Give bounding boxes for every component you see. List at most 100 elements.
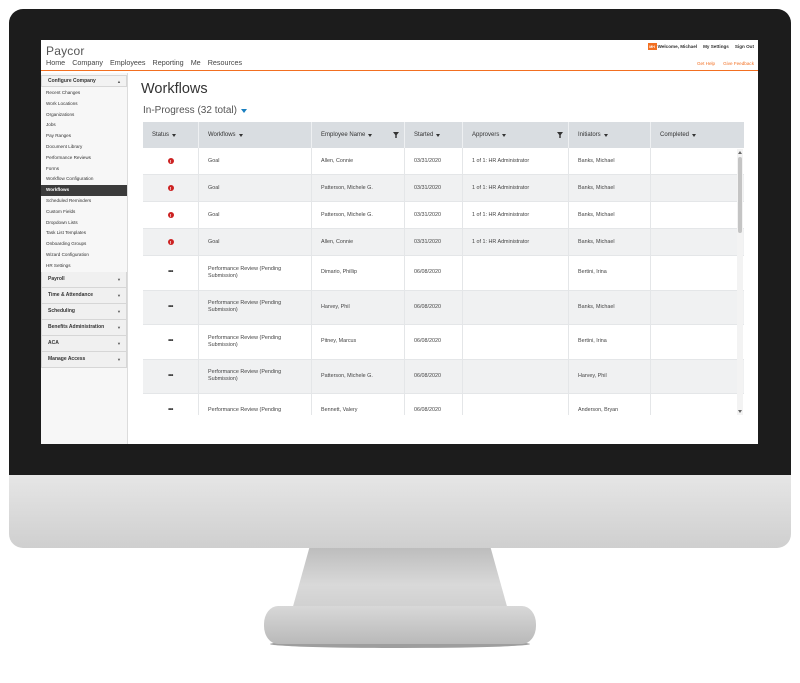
chevron-up-icon: ▲	[117, 78, 121, 84]
table-row[interactable]: ! Goal Patterson, Michele G. 03/31/2020 1 of…	[143, 175, 744, 202]
table-row[interactable]: ••• Performance Review (Pending Submissio…	[143, 256, 744, 291]
more-options-icon[interactable]: •••	[168, 269, 173, 276]
more-options-icon[interactable]: •••	[168, 373, 173, 380]
nav-reporting[interactable]: Reporting	[153, 58, 184, 67]
sidebar-section-scheduling[interactable]: Scheduling ▼	[41, 303, 127, 320]
table-scrollbar[interactable]	[737, 149, 743, 415]
cell-employee: Patterson, Michele G.	[312, 175, 405, 201]
sidebar-section-configure-company[interactable]: Configure Company ▲	[41, 75, 127, 87]
table-row[interactable]: ••• Performance Review (Pending Submissio…	[143, 359, 744, 394]
cell-started: 06/08/2020	[405, 394, 463, 415]
get-help-link[interactable]: Get Help	[697, 61, 715, 66]
cell-text: Anderson, Bryan	[578, 407, 619, 414]
cell-text: 06/08/2020	[414, 338, 441, 345]
sidebar-section-benefits-administration[interactable]: Benefits Administration ▼	[41, 319, 127, 336]
cell-text: 03/31/2020	[414, 184, 441, 191]
sidebar-item-workflow-configuration[interactable]: Workflow Configuration	[41, 174, 127, 185]
cell-workflow: Performance Review (Pending Submission)	[199, 290, 312, 324]
cell-workflow: Goal	[199, 175, 312, 201]
cell-status: •••	[143, 359, 199, 393]
avatar[interactable]: MH	[647, 43, 657, 50]
more-options-icon[interactable]: •••	[168, 407, 173, 414]
cell-approvers: 1 of 1: HR Administrator	[463, 148, 569, 174]
cell-employee: Patterson, Michele G.	[312, 202, 405, 228]
sidebar-item-jobs[interactable]: Jobs	[41, 120, 127, 131]
column-header-status[interactable]: Status	[143, 122, 199, 148]
cell-status: !	[143, 202, 199, 228]
sidebar-item-organizations[interactable]: Organizations	[41, 110, 127, 121]
nav-resources[interactable]: Resources	[208, 58, 242, 67]
cell-initiator: Harvey, Phil	[569, 359, 651, 393]
alert-icon: !	[167, 185, 174, 191]
sidebar-section-label: Scheduling	[48, 308, 75, 315]
sign-out-link[interactable]: Sign Out	[735, 44, 754, 49]
give-feedback-link[interactable]: Give Feedback	[723, 61, 754, 66]
sidebar-item-scheduled-reminders[interactable]: Scheduled Reminders	[41, 196, 127, 207]
cell-text: Banks, Michael	[578, 303, 615, 310]
cell-text: Goal	[208, 184, 220, 191]
sidebar-item-pay-ranges[interactable]: Pay Ranges	[41, 131, 127, 142]
filter-icon[interactable]	[557, 132, 563, 138]
table-row[interactable]: ••• Performance Review (Pending Submissio…	[143, 290, 744, 325]
column-header-approvers[interactable]: Approvers	[463, 122, 569, 148]
column-header-employee-name[interactable]: Employee Name	[312, 122, 405, 148]
chevron-down-icon: ▼	[117, 324, 121, 330]
sidebar-item-task-list-templates[interactable]: Task List Templates	[41, 228, 127, 239]
table-row[interactable]: ! Goal Allen, Connie 03/31/2020 1 of 1: HR A…	[143, 229, 744, 256]
cell-completed	[651, 394, 744, 415]
my-settings-link[interactable]: My Settings	[703, 44, 729, 49]
nav-company[interactable]: Company	[72, 58, 103, 67]
cell-completed	[651, 325, 744, 359]
sidebar-item-onboarding-groups[interactable]: Onboarding Groups	[41, 239, 127, 250]
sidebar-item-hr-settings[interactable]: HR Settings	[41, 261, 127, 272]
sidebar-item-wizard-configuration[interactable]: Wizard Configuration	[41, 250, 127, 261]
table-row[interactable]: ••• Performance Review (Pending Submissio…	[143, 325, 744, 360]
sidebar-item-custom-fields[interactable]: Custom Fields	[41, 207, 127, 218]
cell-workflow: Goal	[199, 148, 312, 174]
table-row[interactable]: ! Goal Patterson, Michele G. 03/31/2020 1 of…	[143, 202, 744, 229]
more-options-icon[interactable]: •••	[168, 304, 173, 311]
cell-text: 06/08/2020	[414, 372, 441, 379]
paycor-logo[interactable]: Paycor	[46, 44, 85, 58]
column-header-completed[interactable]: Completed	[651, 122, 744, 148]
scroll-thumb[interactable]	[738, 157, 742, 233]
sidebar-item-workflows[interactable]: Workflows	[41, 185, 127, 196]
sidebar-item-document-library[interactable]: Document Library	[41, 142, 127, 153]
column-header-started[interactable]: Started	[405, 122, 463, 148]
nav-home[interactable]: Home	[46, 58, 65, 67]
chevron-down-icon: ▼	[117, 276, 121, 282]
cell-text: Patterson, Michele G.	[321, 372, 373, 379]
cell-approvers	[463, 256, 569, 290]
in-progress-dropdown[interactable]: In-Progress (32 total)	[143, 105, 247, 116]
sidebar-item-recent-changes[interactable]: Recent Changes	[41, 88, 127, 99]
sidebar-section-aca[interactable]: ACA ▼	[41, 335, 127, 352]
sidebar-item-performance-reviews[interactable]: Performance Reviews	[41, 153, 127, 164]
cell-text: 1 of 1: HR Administrator	[472, 157, 530, 164]
nav-me[interactable]: Me	[191, 58, 201, 67]
filter-icon[interactable]	[393, 132, 399, 138]
nav-employees[interactable]: Employees	[110, 58, 146, 67]
table-row[interactable]: ! Goal Allen, Connie 03/31/2020 1 of 1: HR A…	[143, 148, 744, 175]
column-header-workflows[interactable]: Workflows	[199, 122, 312, 148]
column-header-initiators[interactable]: Initiators	[569, 122, 651, 148]
sidebar-item-work-locations[interactable]: Work Locations	[41, 99, 127, 110]
cell-started: 06/08/2020	[405, 359, 463, 393]
cell-text: Bennett, Valery	[321, 407, 358, 414]
cell-initiator: Bertini, Irina	[569, 256, 651, 290]
sidebar-section-label: Manage Access	[48, 356, 86, 363]
monitor-stand-neck	[292, 548, 508, 610]
sidebar-section-time-attendance[interactable]: Time & Attendance ▼	[41, 287, 127, 304]
table-row[interactable]: ••• Performance Review (Pending Bennett, V…	[143, 394, 744, 415]
sidebar-section-payroll[interactable]: Payroll ▼	[41, 271, 127, 288]
sidebar-item-dropdown-lists[interactable]: Dropdown Lists	[41, 218, 127, 229]
scroll-up-arrow-icon[interactable]	[738, 151, 742, 154]
welcome-text: Welcome, Michael	[657, 44, 698, 49]
sidebar-item-forms[interactable]: Forms	[41, 164, 127, 175]
scroll-down-arrow-icon[interactable]	[738, 410, 742, 413]
page-title: Workflows	[141, 81, 208, 97]
sort-caret-icon	[238, 133, 243, 137]
cell-workflow: Performance Review (Pending Submission)	[199, 359, 312, 393]
more-options-icon[interactable]: •••	[168, 338, 173, 345]
sidebar-section-manage-access[interactable]: Manage Access ▼	[41, 351, 127, 368]
cell-started: 06/08/2020	[405, 325, 463, 359]
